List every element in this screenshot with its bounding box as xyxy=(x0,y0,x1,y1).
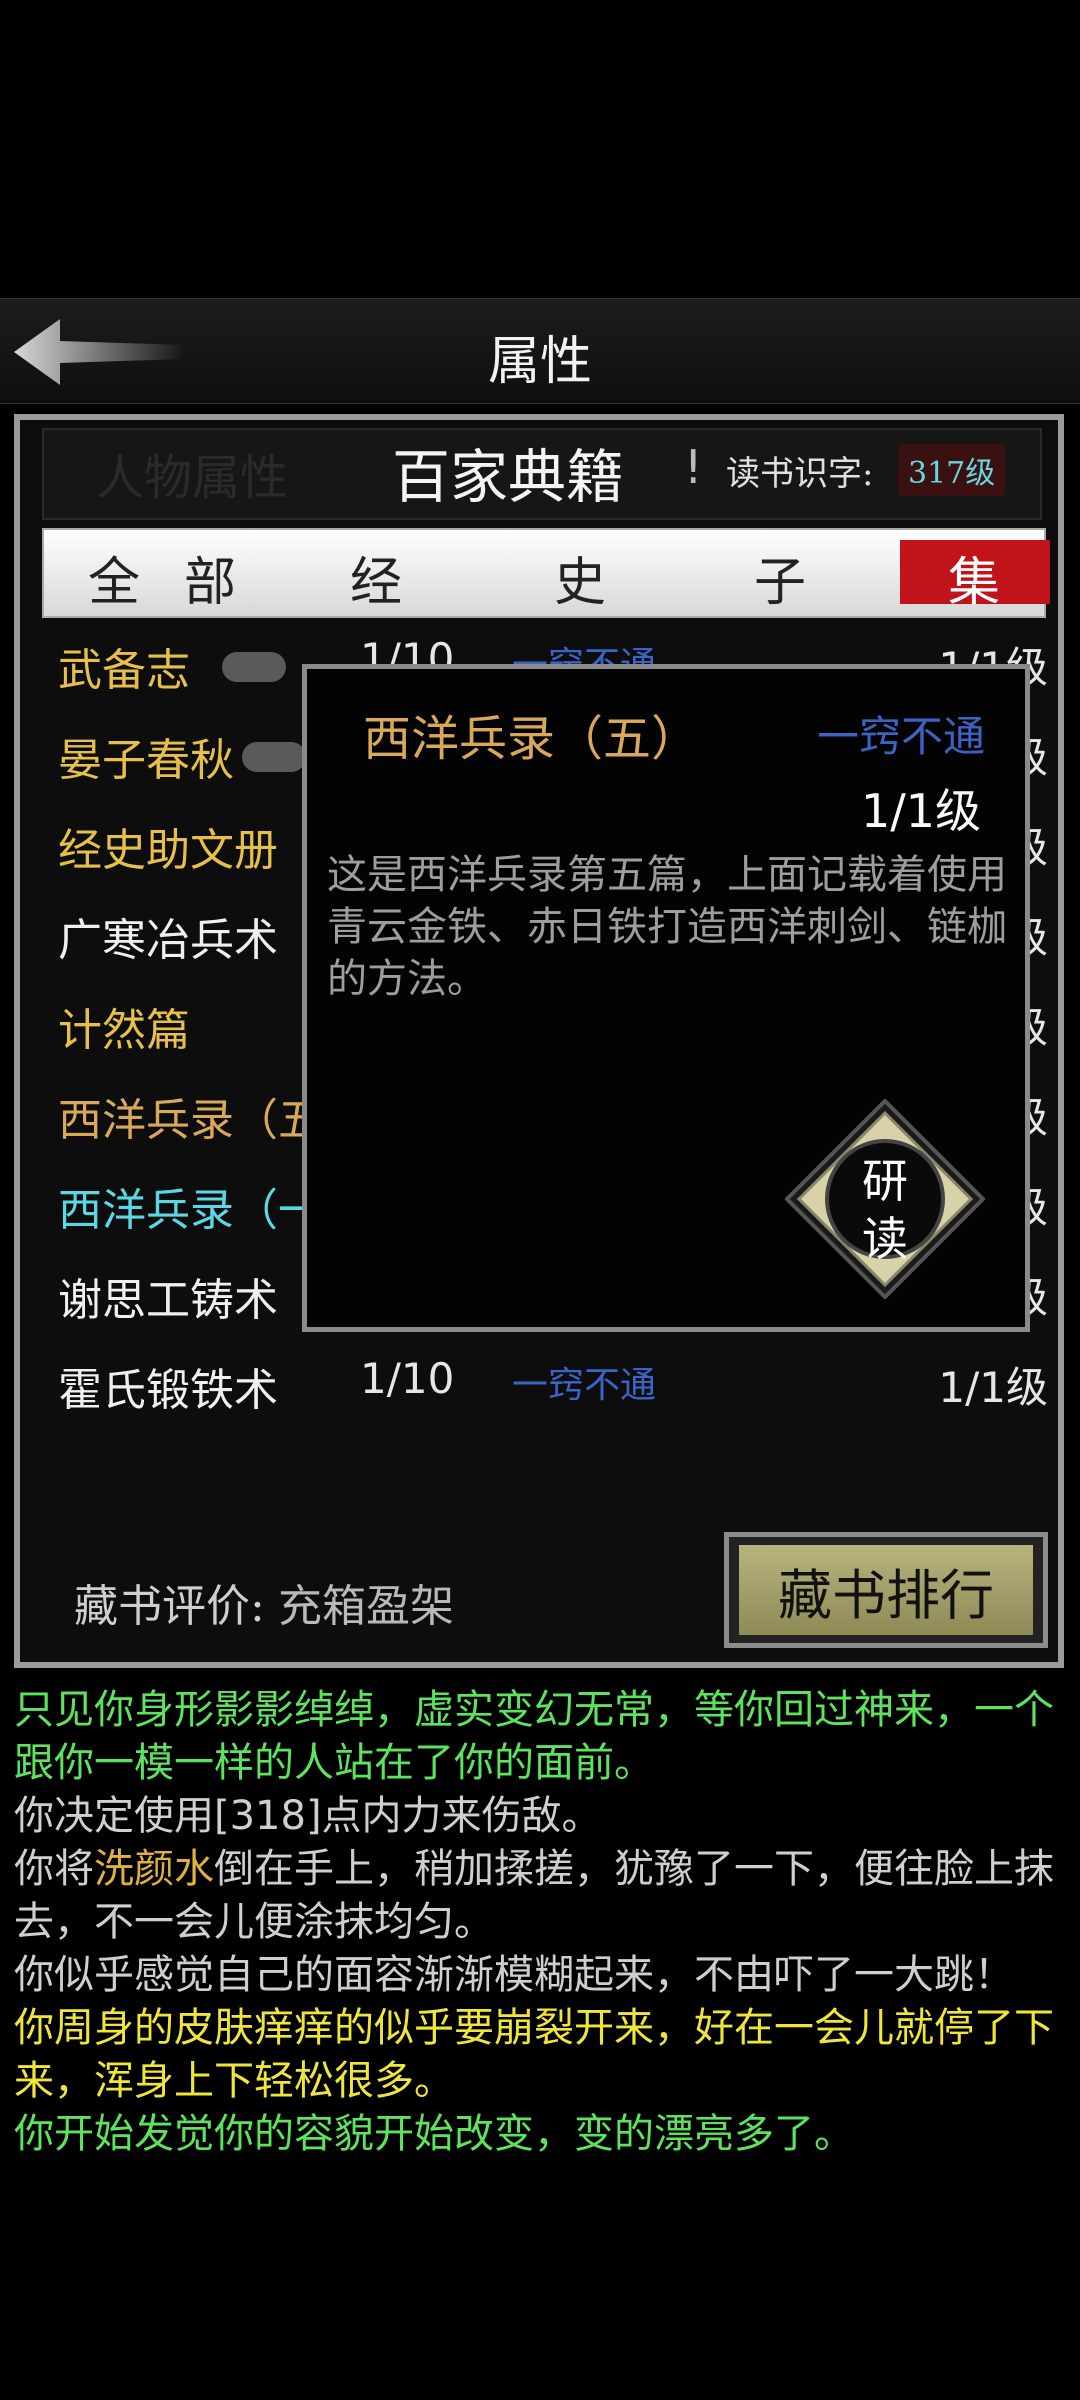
book-name: 西洋兵录（一 xyxy=(58,1185,322,1236)
collection-rank-button[interactable]: 藏书排行 xyxy=(724,1532,1048,1648)
literacy-level-badge: 317级 xyxy=(898,444,1006,496)
page-title: 属性 xyxy=(487,332,592,392)
log-entry: 你周身的皮肤痒痒的似乎要崩裂开来，好在一会儿就停了下来，浑身上下轻松很多。 xyxy=(14,2005,1054,2104)
log-entry: 你将洗颜水倒在手上，稍加揉搓，犹豫了一下，便往脸上抹去，不一会儿便涂抹均匀。 xyxy=(14,1843,1066,1949)
collection-eval-value: 充箱盈架 xyxy=(278,1581,454,1632)
popup-book-title: 西洋兵录（五） xyxy=(363,711,700,767)
tab-all-1[interactable]: 全 xyxy=(88,540,140,615)
log-entry: 你似乎感觉自己的面容渐渐模糊起来，不由吓了一大跳！ xyxy=(14,1952,1014,1998)
book-name: 广寒冶兵术 xyxy=(58,915,278,966)
log-entry: 你开始发觉你的容貌开始改变，变的漂亮多了。 xyxy=(14,2111,854,2157)
collection-eval-label: 藏书评价: xyxy=(74,1581,265,1632)
book-progress: 1/10 xyxy=(360,1354,455,1403)
popup-description: 这是西洋兵录第五篇，上面记载着使用青云金铁、赤日铁打造西洋刺剑、链枷的方法。 xyxy=(327,852,1007,1002)
top-header: 属性 xyxy=(0,298,1080,404)
tab-all-2[interactable]: 部 xyxy=(184,540,236,615)
log-text: 你将 xyxy=(14,1846,94,1892)
tab-philosophers[interactable]: 子 xyxy=(754,540,806,615)
book-detail-popup: 西洋兵录（五） 一窍不通 1/1级 这是西洋兵录第五篇，上面记载着使用青云金铁、… xyxy=(302,664,1030,1332)
row-indicator xyxy=(222,652,286,682)
tab-history[interactable]: 史 xyxy=(554,540,606,615)
book-name: 霍氏锻铁术 xyxy=(58,1365,278,1416)
book-name: 谢思工铸术 xyxy=(58,1275,278,1326)
popup-rank: 1/1级 xyxy=(860,784,981,838)
study-button-char-2: 读 xyxy=(862,1212,908,1266)
log-entry: 你决定使用[318]点内力来伤敌。 xyxy=(14,1793,602,1839)
book-name: 西洋兵录（五 xyxy=(58,1095,322,1146)
log-entry: 只见你身形影影绰绰，虚实变幻无常，等你回过神来，一个跟你一模一样的人站在了你的面… xyxy=(14,1687,1054,1786)
book-mastery-level: 一窍不通 xyxy=(512,1365,657,1406)
book-name: 计然篇 xyxy=(58,1005,190,1056)
popup-mastery-level: 一窍不通 xyxy=(816,712,985,761)
book-row[interactable]: 霍氏锻铁术 1/10 一窍不通 1/1级 xyxy=(42,1340,1052,1430)
study-button-char-1: 研 xyxy=(862,1154,908,1208)
book-name: 晏子春秋 xyxy=(58,735,234,786)
character-attributes-tab[interactable]: 人物属性 xyxy=(96,438,288,508)
book-name: 经史助文册 xyxy=(58,825,278,876)
tab-collections[interactable]: 集 xyxy=(948,540,1000,615)
alert-icon: ! xyxy=(684,440,703,494)
row-indicator xyxy=(242,742,306,772)
message-log: 只见你身形影影绰绰，虚实变幻无常，等你回过神来，一个跟你一模一样的人站在了你的面… xyxy=(14,1684,1066,2161)
book-name: 武备志 xyxy=(58,645,190,696)
panel-heading: 百家典籍 xyxy=(391,443,624,511)
category-tabs: 全 部 经 史 子 集 xyxy=(42,528,1050,618)
log-item-highlight: 洗颜水 xyxy=(94,1846,214,1892)
literacy-label: 读书识字: xyxy=(726,454,874,494)
rank-button-label: 藏书排行 xyxy=(778,1564,994,1627)
study-button[interactable]: 研 读 xyxy=(784,1098,986,1300)
book-rank: 1/1级 xyxy=(938,1363,1048,1412)
tab-classics[interactable]: 经 xyxy=(350,540,402,615)
